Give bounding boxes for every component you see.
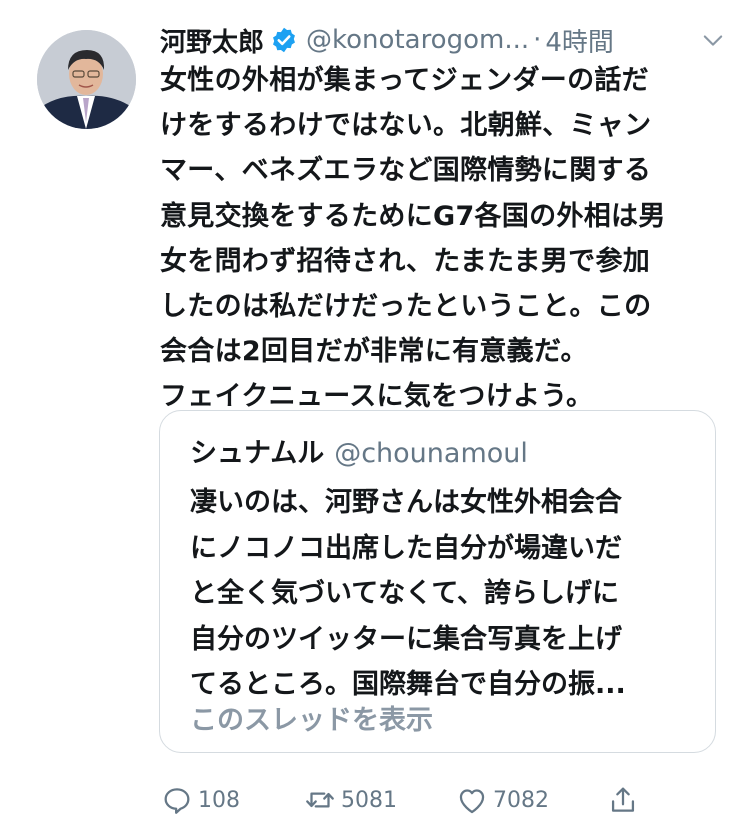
tweet-text-line: けをするわけではない。北朝鮮、ミャン <box>160 110 652 142</box>
tweet-text: 女性の外相が集まってジェンダーの話だ けをするわけではない。北朝鮮、ミャン マー… <box>160 58 730 420</box>
tweet-text-line: マー、ベネズエラなど国際情勢に関する <box>160 155 652 187</box>
like-button[interactable]: 7082 <box>455 778 549 822</box>
tweet-timestamp[interactable]: 4時間 <box>545 22 614 59</box>
quoted-tweet-text: 凄いのは、河野さんは女性外相会合 にノコノコ出席した自分が場違いだ と全く気づい… <box>190 480 626 708</box>
author-handle[interactable]: @konotarogom... <box>306 25 529 55</box>
tweet-text-line: 女を問わず招待され、たまたま男で参加 <box>160 245 651 277</box>
show-thread-link[interactable]: このスレッドを表示 <box>190 698 433 737</box>
quoted-tweet-card[interactable]: シュナムル @chounamoul 凄いのは、河野さんは女性外相会合 にノコノコ出… <box>159 410 716 753</box>
tweet-text-line: 女性の外相が集まってジェンダーの話だ <box>160 65 649 96</box>
verified-badge-icon <box>273 27 295 53</box>
chevron-down-icon[interactable] <box>699 26 727 54</box>
author-name[interactable]: 河野太郎 <box>160 22 264 59</box>
retweet-button[interactable]: 5081 <box>303 778 397 822</box>
quoted-text-line: 凄いのは、河野さんは女性外相会合 <box>190 487 622 518</box>
quoted-text-line: 自分のツイッターに集合写真を上げ <box>190 623 622 655</box>
tweet-header: 河野太郎 @konotarogom... · 4時間 <box>160 20 727 60</box>
quoted-author-name: シュナムル <box>190 438 325 469</box>
avatar-portrait <box>37 30 136 129</box>
reply-icon <box>164 788 190 814</box>
quoted-text-line: と全く気づいてなくて、誇らしげに <box>190 578 620 609</box>
tweet-actions: 108 5081 7082 <box>160 778 650 822</box>
share-button[interactable] <box>606 778 644 822</box>
retweet-icon <box>306 792 334 808</box>
tweet-text-line: 意見交換をするためにG7各国の外相は男 <box>160 200 666 232</box>
reply-button[interactable]: 108 <box>160 778 240 822</box>
tweet-text-line: したのは私だけだったということ。この <box>160 291 652 323</box>
retweet-count: 5081 <box>341 787 397 813</box>
share-icon <box>611 787 635 812</box>
quoted-author-handle: @chounamoul <box>334 438 528 469</box>
author-avatar[interactable] <box>37 30 136 129</box>
reply-count: 108 <box>198 787 240 813</box>
like-count: 7082 <box>493 787 549 813</box>
like-icon <box>459 789 485 814</box>
quoted-tweet-header: シュナムル @chounamoul <box>190 431 528 470</box>
header-separator: · <box>533 25 542 55</box>
tweet-text-line: 会合は2回目だが非常に有意義だ。 <box>160 336 588 368</box>
quoted-text-line: にノコノコ出席した自分が場違いだ <box>190 532 622 564</box>
